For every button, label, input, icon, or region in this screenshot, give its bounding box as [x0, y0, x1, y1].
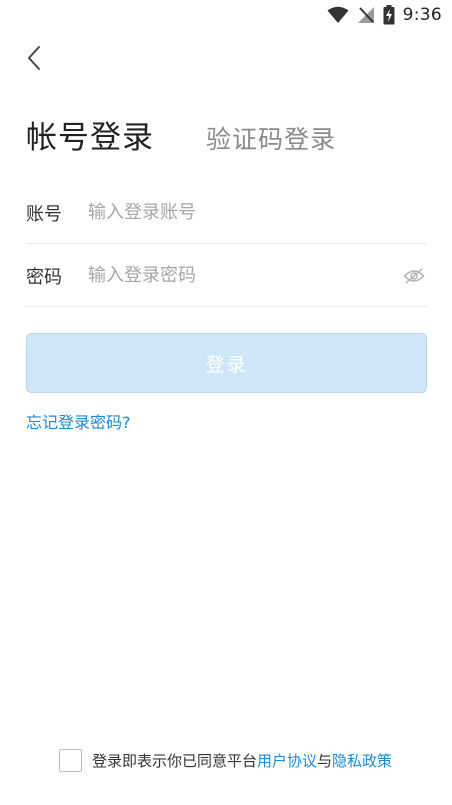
status-bar: 9:36 — [0, 0, 452, 30]
tab-code-login[interactable]: 验证码登录 — [206, 120, 336, 156]
chevron-left-icon — [26, 45, 42, 75]
login-screen: 9:36 帐号登录 验证码登录 账号 密码 登录 忘记登录密码? — [0, 0, 452, 805]
account-label: 账号 — [26, 203, 62, 225]
account-input[interactable] — [88, 192, 427, 233]
tab-account-login[interactable]: 帐号登录 — [26, 112, 154, 157]
eye-off-icon[interactable] — [401, 263, 427, 289]
user-agreement-link[interactable]: 用户协议 — [257, 750, 317, 771]
login-button[interactable]: 登录 — [26, 333, 427, 393]
account-row: 账号 — [26, 182, 427, 244]
password-label: 密码 — [26, 266, 62, 288]
battery-charging-icon — [383, 5, 395, 25]
agreement-conjunction: 与 — [317, 752, 333, 770]
privacy-policy-link[interactable]: 隐私政策 — [332, 750, 392, 771]
forgot-password-link[interactable]: 忘记登录密码? — [26, 409, 131, 433]
login-tabs: 帐号登录 验证码登录 — [26, 112, 336, 157]
back-button[interactable] — [14, 40, 54, 80]
password-row: 密码 — [26, 245, 427, 307]
agreement-prefix: 登录即表示你已同意平台 — [92, 752, 258, 770]
password-input[interactable] — [88, 255, 401, 296]
no-signal-icon — [357, 6, 375, 24]
status-time: 9:36 — [402, 5, 442, 25]
wifi-icon — [327, 6, 349, 24]
agreement-row: 登录即表示你已同意平台 用户协议 与 隐私政策 — [59, 749, 442, 772]
agreement-checkbox[interactable] — [59, 749, 82, 772]
